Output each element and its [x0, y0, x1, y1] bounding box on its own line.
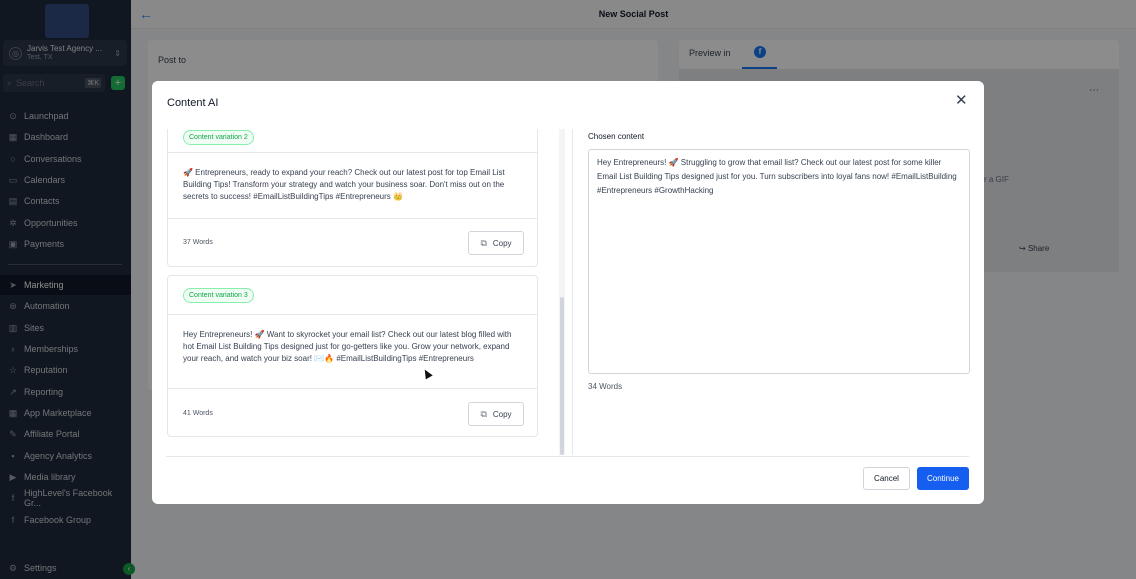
modal-title: Content AI: [167, 97, 219, 109]
card-divider: [168, 388, 537, 389]
scrollbar-thumb[interactable]: [560, 297, 564, 455]
cancel-button[interactable]: Cancel: [863, 467, 910, 490]
column-divider: [572, 129, 573, 455]
card-divider: [168, 218, 537, 219]
continue-button[interactable]: Continue: [917, 467, 969, 490]
variations-list[interactable]: Content variation 2 🚀 Entrepreneurs, rea…: [166, 129, 559, 455]
word-count: 41 Words: [183, 410, 213, 417]
copy-icon: ⧉: [480, 408, 487, 419]
variation-badge: Content variation 2: [183, 130, 254, 145]
close-icon[interactable]: ✕: [955, 93, 968, 108]
variation-badge: Content variation 3: [183, 288, 254, 303]
word-count: 37 Words: [183, 239, 213, 246]
variation-text: Hey Entrepreneurs! 🚀 Want to skyrocket y…: [183, 330, 512, 363]
variation-card: Content variation 2 🚀 Entrepreneurs, rea…: [167, 129, 538, 267]
chosen-word-count: 34 Words: [588, 382, 623, 391]
copy-icon: ⧉: [480, 237, 487, 248]
content-ai-modal: Content AI ✕ Content variation 2 🚀 Entre…: [152, 81, 984, 504]
card-divider: [168, 152, 537, 153]
copy-button[interactable]: ⧉ Copy: [468, 402, 524, 426]
chosen-content-textarea[interactable]: Hey Entrepreneurs! 🚀 Struggling to grow …: [588, 149, 970, 374]
chosen-content-label: Chosen content: [588, 132, 645, 141]
variation-text: 🚀 Entrepreneurs, ready to expand your re…: [183, 168, 505, 201]
variation-card: Content variation 3 Hey Entrepreneurs! 🚀…: [167, 275, 538, 437]
card-divider: [168, 314, 537, 315]
footer-divider: [166, 456, 969, 457]
copy-button[interactable]: ⧉ Copy: [468, 231, 524, 255]
